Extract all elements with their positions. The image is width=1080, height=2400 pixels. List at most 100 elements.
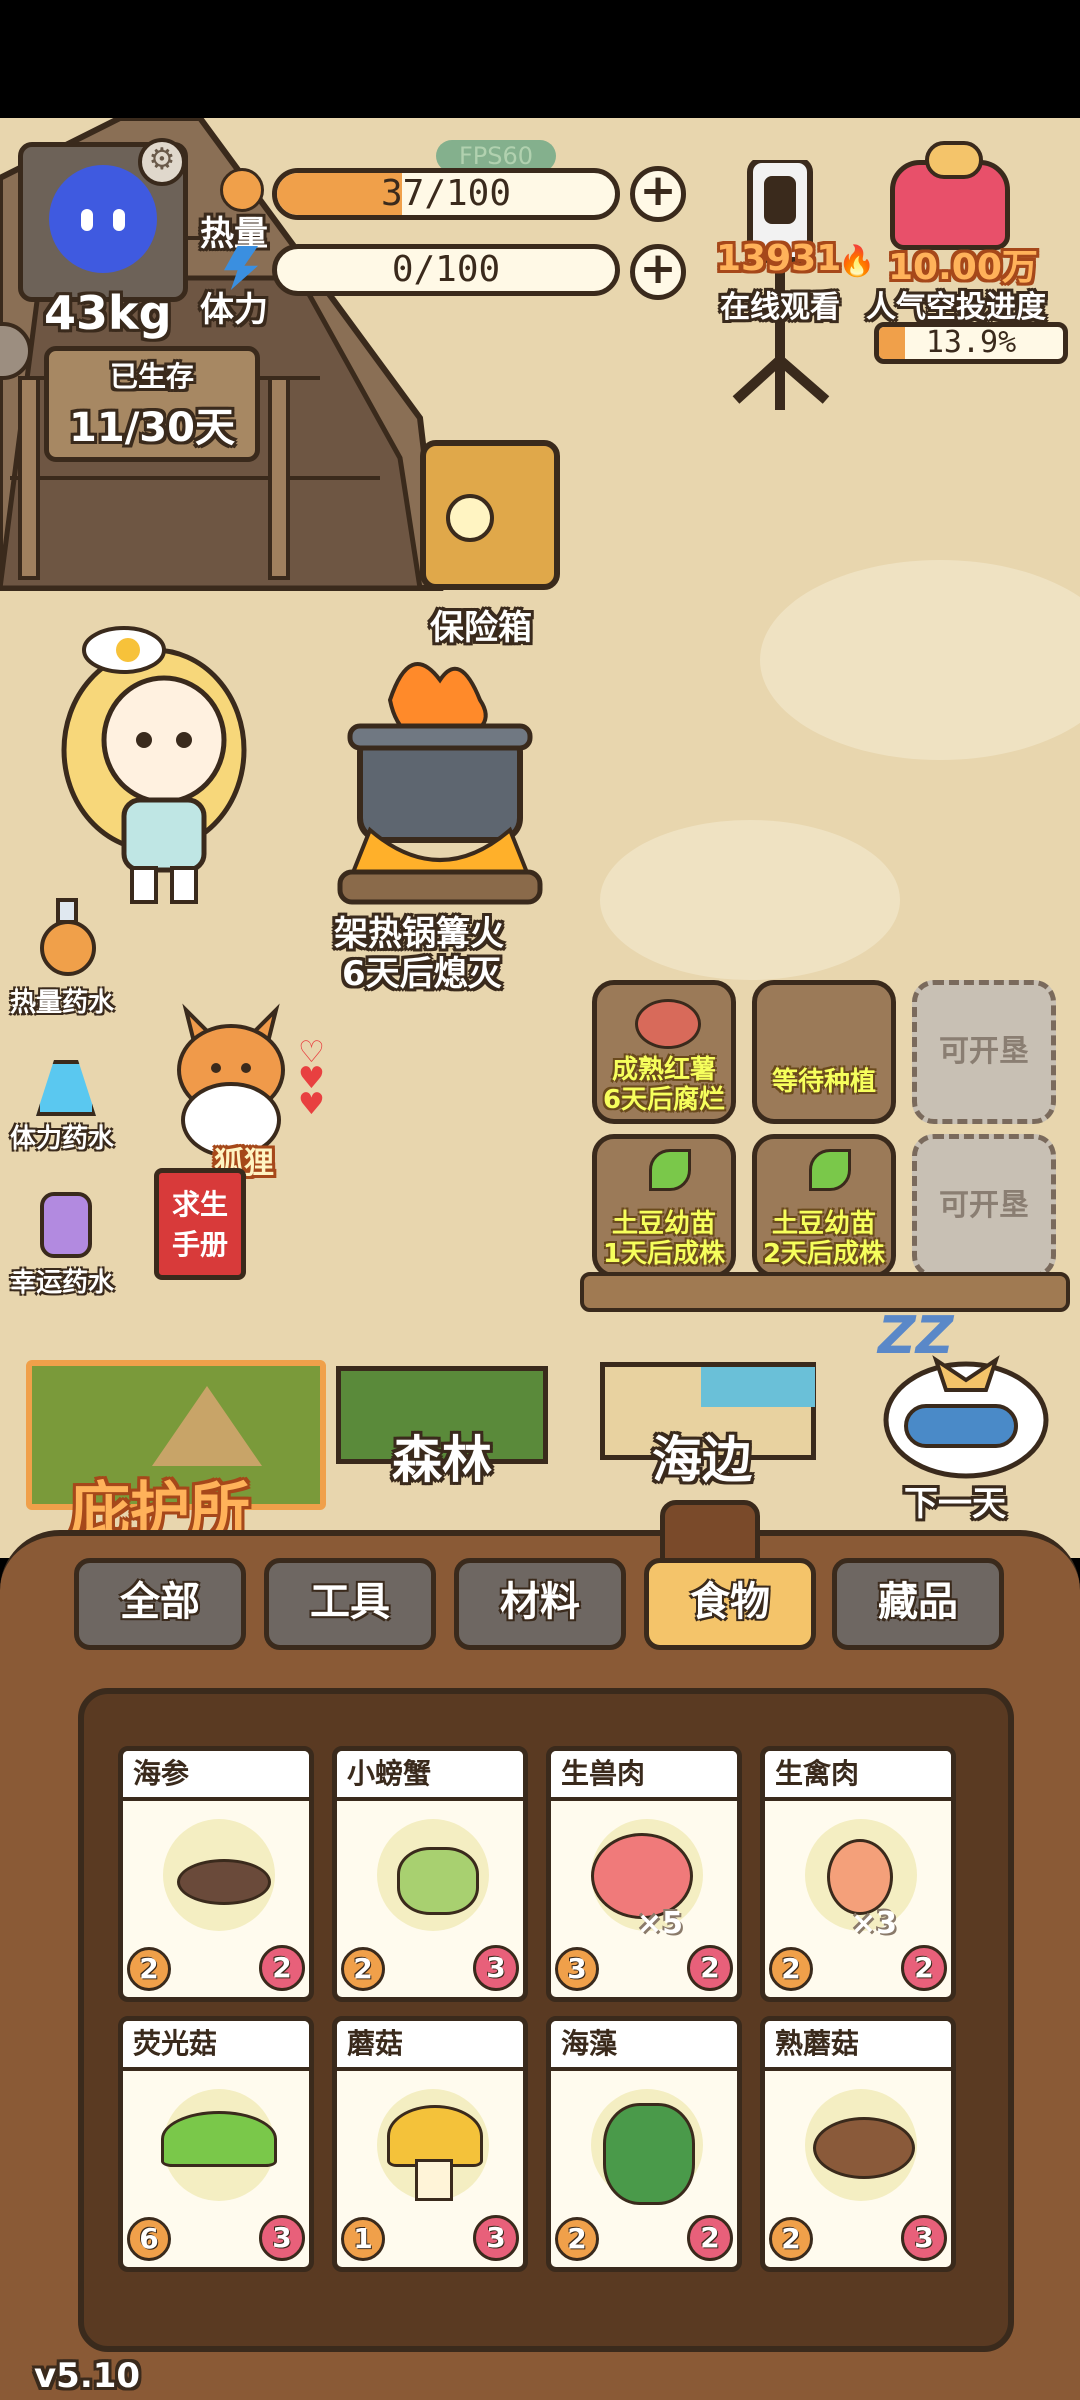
survived-label: 已生存 bbox=[109, 360, 194, 393]
stack-badge: 3 bbox=[259, 2215, 305, 2261]
item-card[interactable]: 蘑菇 1 3 bbox=[332, 2016, 528, 2272]
manual-title-1: 求生 bbox=[171, 1188, 228, 1221]
farm-plot-locked[interactable]: 可开垦 bbox=[912, 1134, 1056, 1278]
stack-badge: 2 bbox=[259, 1945, 305, 1991]
calorie-badge: 1 bbox=[341, 2217, 385, 2261]
campfire-timer: 6天后熄灭 bbox=[342, 954, 502, 994]
gift-ribbon-icon bbox=[925, 141, 983, 179]
potion-bottle-icon bbox=[40, 920, 96, 976]
add-calorie-button[interactable]: + bbox=[630, 166, 686, 222]
item-quantity: ×5 bbox=[636, 1906, 683, 1941]
item-card[interactable]: 小螃蟹 2 3 bbox=[332, 1746, 528, 2002]
calorie-badge: 2 bbox=[769, 2217, 813, 2261]
plot-status: 可开垦 bbox=[939, 1034, 1029, 1069]
item-card[interactable]: 熟蘑菇 2 3 bbox=[760, 2016, 956, 2272]
plot-status: 等待种植 bbox=[771, 1067, 876, 1097]
airdrop-progress-bar: 13.9% bbox=[874, 322, 1068, 364]
item-name: 生禽肉 bbox=[765, 1751, 951, 1801]
player-character[interactable] bbox=[44, 610, 284, 910]
farm-plot[interactable]: 土豆幼苗 2天后成株 bbox=[752, 1134, 896, 1278]
item-quantity: ×3 bbox=[850, 1906, 897, 1941]
farm-plot[interactable]: 成熟红薯 6天后腐烂 bbox=[592, 980, 736, 1124]
next-day-button[interactable]: 下一天 bbox=[904, 1476, 1006, 1525]
safe-dial-icon bbox=[446, 494, 494, 542]
farm-plot[interactable]: 土豆幼苗 1天后成株 bbox=[592, 1134, 736, 1278]
tab-all[interactable]: 全部 bbox=[74, 1558, 246, 1650]
flame-icon: 🔥 bbox=[838, 244, 876, 279]
survival-manual-book[interactable]: 求生 手册 bbox=[154, 1168, 246, 1280]
status-bar bbox=[0, 0, 1080, 118]
glow-mushroom-icon bbox=[161, 2111, 277, 2167]
tab-food[interactable]: 食物 bbox=[644, 1558, 816, 1650]
tab-collection[interactable]: 藏品 bbox=[832, 1558, 1004, 1650]
avatar-face-icon bbox=[49, 165, 157, 273]
tab-tools[interactable]: 工具 bbox=[264, 1558, 436, 1650]
tab-materials[interactable]: 材料 bbox=[454, 1558, 626, 1650]
item-card[interactable]: 海参 2 2 bbox=[118, 1746, 314, 2002]
item-name: 海参 bbox=[123, 1751, 309, 1801]
gear-icon[interactable]: ⚙ bbox=[138, 138, 186, 186]
item-name: 蘑菇 bbox=[337, 2021, 523, 2071]
stack-badge: 3 bbox=[473, 1945, 519, 1991]
item-card[interactable]: 生兽肉 ×5 3 2 bbox=[546, 1746, 742, 2002]
seedling-icon bbox=[809, 1149, 851, 1191]
calorie-badge: 2 bbox=[127, 1947, 171, 1991]
game-screen: ⚙ 43kg FPS60 热量 37/100 + 体力 0/100 + 已生存 … bbox=[0, 0, 1080, 2400]
safe-box[interactable] bbox=[420, 440, 560, 590]
airdrop-progress-text: 13.9% bbox=[925, 325, 1017, 360]
drumstick-icon bbox=[827, 1839, 893, 1915]
calorie-badge: 2 bbox=[555, 2217, 599, 2261]
tent-icon bbox=[152, 1386, 262, 1466]
mushroom-icon bbox=[387, 2105, 483, 2167]
stack-badge: 3 bbox=[473, 2215, 519, 2261]
beach-label: 海边 bbox=[652, 1431, 752, 1489]
calorie-potion-label: 热量药水 bbox=[10, 988, 115, 1018]
add-stamina-button[interactable]: + bbox=[630, 244, 686, 300]
stack-badge: 3 bbox=[901, 2215, 947, 2261]
luck-potion-icon[interactable] bbox=[30, 1168, 100, 1264]
stack-badge: 2 bbox=[687, 2215, 733, 2261]
stamina-bar: 0/100 bbox=[272, 244, 620, 296]
potion-bottle-icon bbox=[40, 1192, 92, 1258]
mushroom-stem-icon bbox=[415, 2159, 453, 2201]
calorie-potion-icon[interactable] bbox=[30, 890, 100, 986]
item-name: 生兽肉 bbox=[551, 1751, 737, 1801]
farm-plot-locked[interactable]: 可开垦 bbox=[912, 980, 1056, 1124]
plot-status: 可开垦 bbox=[939, 1188, 1029, 1223]
airdrop-gift-icon[interactable] bbox=[890, 141, 1010, 250]
manual-title-2: 手册 bbox=[171, 1228, 228, 1261]
item-card[interactable]: 荧光菇 6 3 bbox=[118, 2016, 314, 2272]
fence bbox=[580, 1272, 1070, 1312]
luck-potion-label: 幸运药水 bbox=[10, 1268, 115, 1298]
campfire-pot[interactable] bbox=[330, 640, 550, 910]
seedling-icon bbox=[649, 1149, 691, 1191]
calorie-badge: 2 bbox=[341, 1947, 385, 1991]
item-card[interactable]: 海藻 2 2 bbox=[546, 2016, 742, 2272]
item-name: 小螃蟹 bbox=[337, 1751, 523, 1801]
plot-status: 土豆幼苗 2天后成株 bbox=[762, 1209, 886, 1269]
popularity-label: 人气空投进度 bbox=[866, 290, 1046, 325]
farm-plot[interactable]: 等待种植 bbox=[752, 980, 896, 1124]
stamina-label: 体力 bbox=[200, 290, 268, 330]
calorie-label: 热量 bbox=[200, 214, 268, 254]
stack-badge: 2 bbox=[901, 1945, 947, 1991]
seaweed-icon bbox=[603, 2103, 695, 2205]
fox-pet[interactable] bbox=[166, 990, 316, 1160]
calorie-value: 37/100 bbox=[380, 173, 512, 214]
calorie-badge: 3 bbox=[555, 1947, 599, 1991]
sea-cucumber-icon bbox=[177, 1859, 271, 1905]
item-card[interactable]: 生禽肉 ×3 2 2 bbox=[760, 1746, 956, 2002]
potion-neck-icon bbox=[56, 898, 78, 924]
weight-label: 43kg bbox=[44, 286, 172, 340]
item-name: 熟蘑菇 bbox=[765, 2021, 951, 2071]
calorie-badge: 2 bbox=[769, 1947, 813, 1991]
crab-icon bbox=[397, 1847, 479, 1915]
avatar-eye-icon bbox=[81, 209, 93, 231]
next-day-character[interactable] bbox=[876, 1350, 1056, 1480]
version-label: v5.10 bbox=[34, 2356, 141, 2396]
viewers-label: 在线观看 bbox=[720, 290, 840, 325]
calorie-bar: 37/100 bbox=[272, 168, 620, 220]
stamina-potion-icon[interactable] bbox=[30, 1030, 100, 1126]
potion-bottle-icon bbox=[36, 1060, 96, 1116]
plot-status: 成熟红薯 6天后腐烂 bbox=[602, 1055, 726, 1115]
